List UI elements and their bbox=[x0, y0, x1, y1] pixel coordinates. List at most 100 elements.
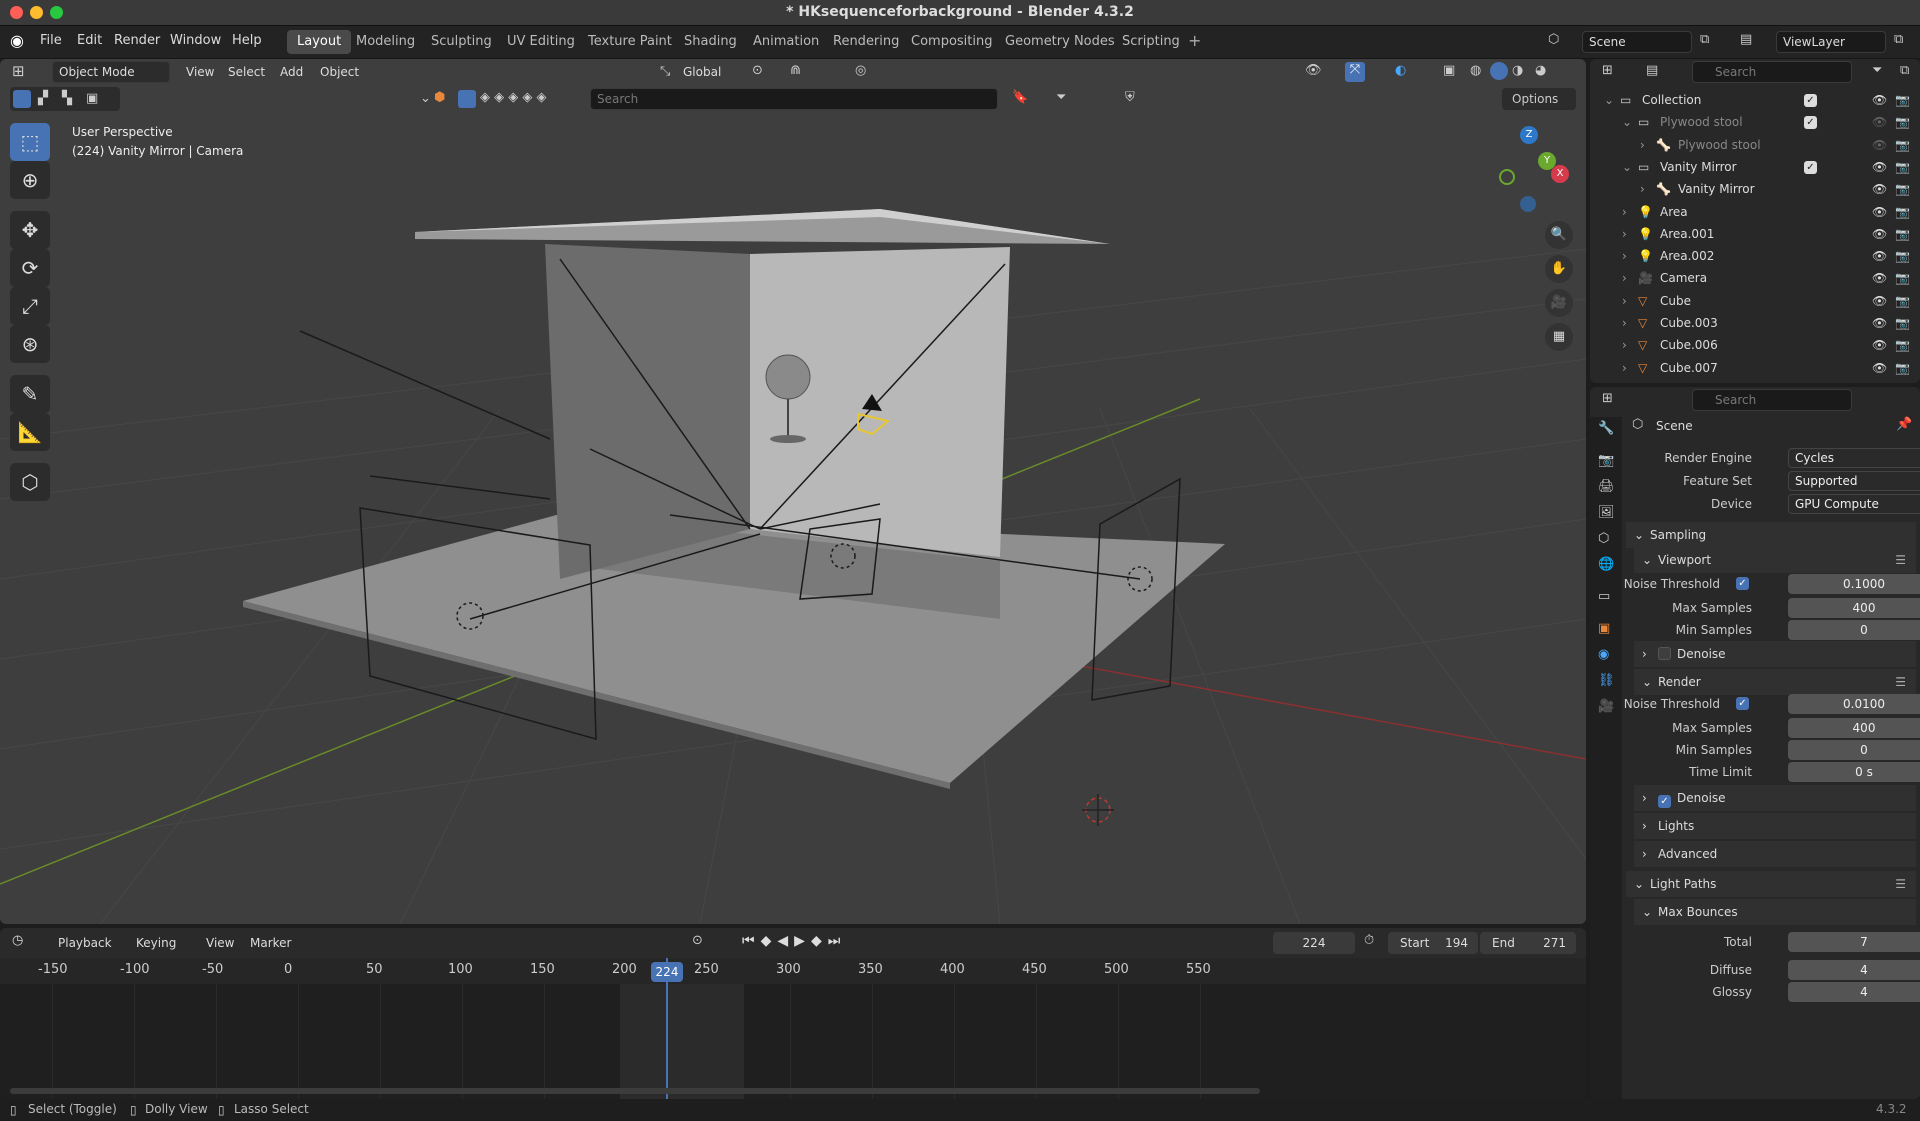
viewport-search-input[interactable]: Search bbox=[590, 88, 998, 110]
diffuse-field[interactable]: 4 bbox=[1788, 960, 1920, 980]
tab-texture-paint[interactable]: Texture Paint bbox=[578, 30, 682, 54]
display-mode-icon[interactable]: ▤ bbox=[1646, 63, 1658, 78]
render-camera-icon[interactable]: 📷 bbox=[1895, 89, 1910, 111]
material-shading-icon[interactable]: ◑ bbox=[1512, 63, 1523, 78]
vp-max-field[interactable]: 400 bbox=[1788, 598, 1920, 618]
visibility-eye-icon[interactable]: 👁 bbox=[1872, 245, 1887, 267]
timeline-editor-icon[interactable]: ◷ bbox=[12, 933, 23, 948]
tab-rendering[interactable]: Rendering bbox=[823, 30, 909, 54]
viewlayer-selector[interactable]: ViewLayer bbox=[1776, 31, 1886, 53]
vp-min-field[interactable]: 0 bbox=[1788, 620, 1920, 640]
zoom-icon[interactable]: 🔍 bbox=[1545, 221, 1573, 249]
select-box-tool-icon[interactable]: ⬚ bbox=[10, 123, 50, 161]
properties-search-input[interactable]: Search bbox=[1692, 389, 1852, 411]
stopwatch-icon[interactable]: ⏱ bbox=[1364, 933, 1374, 948]
current-frame-field[interactable]: 224 bbox=[1273, 932, 1355, 954]
filter-funnel-icon[interactable]: ⏷ bbox=[1056, 90, 1066, 105]
r-max-field[interactable]: 400 bbox=[1788, 718, 1920, 738]
render-camera-icon[interactable]: 📷 bbox=[1895, 334, 1910, 356]
chevron-right-icon[interactable]: › bbox=[1622, 223, 1627, 245]
menu-help[interactable]: Help bbox=[232, 33, 262, 48]
chevron-right-icon[interactable]: › bbox=[1640, 134, 1645, 156]
viewlayer-icon[interactable]: ▤ bbox=[1740, 32, 1752, 47]
outliner-row[interactable]: ⌄ ▭ Plywood stool ✓ 👁 📷 bbox=[1590, 111, 1920, 133]
render-camera-icon[interactable]: 📷 bbox=[1895, 312, 1910, 334]
chevron-right-icon[interactable]: › bbox=[1622, 267, 1627, 289]
annotate-tool-icon[interactable]: ✎ bbox=[10, 375, 50, 413]
menu-edit[interactable]: Edit bbox=[77, 33, 102, 48]
object-tab-icon[interactable]: ▣ bbox=[1598, 621, 1610, 636]
chevron-right-icon[interactable]: › bbox=[1622, 201, 1627, 223]
gizmo-toggle-icon[interactable]: ⤧ bbox=[1345, 62, 1365, 82]
xray-icon[interactable]: ▣ bbox=[1443, 63, 1455, 78]
advanced-subpanel-header[interactable]: › Advanced bbox=[1634, 841, 1916, 867]
r-denoise-checkbox[interactable]: ✓ bbox=[1658, 795, 1671, 808]
tab-shading[interactable]: Shading bbox=[674, 30, 747, 54]
vp-noise-checkbox[interactable]: ✓ bbox=[1736, 577, 1749, 590]
auto-key-icon[interactable]: ⊙ bbox=[692, 933, 703, 948]
prev-keyframe-icon[interactable]: ◆ bbox=[761, 933, 778, 949]
outliner-row[interactable]: › 💡 Area.002 👁 📷 bbox=[1590, 245, 1920, 267]
new-viewlayer-icon[interactable]: ⧉ bbox=[1894, 32, 1903, 47]
total-field[interactable]: 7 bbox=[1788, 932, 1920, 952]
outliner-editor-icon[interactable]: ⊞ bbox=[1602, 63, 1613, 78]
cursor-tool-icon[interactable]: ⊕ bbox=[10, 161, 50, 199]
transform-orientation-icon[interactable]: ⤡ bbox=[660, 64, 670, 79]
shield-icon[interactable]: ⛨ bbox=[1125, 90, 1135, 105]
z-axis-handle[interactable]: Z bbox=[1520, 126, 1538, 144]
outliner-row[interactable]: › 💡 Area 👁 📷 bbox=[1590, 201, 1920, 223]
menu-add[interactable]: Add bbox=[272, 61, 311, 83]
visibility-icon[interactable]: 👁 bbox=[1305, 63, 1322, 78]
render-camera-icon[interactable]: 📷 bbox=[1895, 245, 1910, 267]
render-camera-icon[interactable]: 📷 bbox=[1895, 178, 1910, 200]
x-axis-handle[interactable]: X bbox=[1551, 165, 1569, 183]
tab-geometry-nodes[interactable]: Geometry Nodes bbox=[995, 30, 1125, 54]
timeline-scrollbar[interactable] bbox=[10, 1088, 1260, 1094]
physics-tab-icon[interactable]: ◉ bbox=[1598, 647, 1609, 662]
blender-logo-icon[interactable]: ◉ bbox=[10, 31, 30, 51]
glossy-field[interactable]: 4 bbox=[1788, 982, 1920, 1002]
3d-viewport[interactable]: ⊞ Object Mode View Select Add Object ⤡ G… bbox=[0, 59, 1586, 924]
select-subtract-icon[interactable]: ▚ bbox=[62, 91, 72, 106]
chevron-down-icon[interactable]: ⌄ bbox=[1604, 89, 1614, 111]
chevron-right-icon[interactable]: › bbox=[1622, 312, 1627, 334]
options-button[interactable]: Options bbox=[1502, 88, 1576, 110]
render-camera-icon[interactable]: 📷 bbox=[1895, 156, 1910, 178]
tab-animation[interactable]: Animation bbox=[743, 30, 829, 54]
outliner-row[interactable]: ⌄ ▭ Collection ✓ 👁 📷 bbox=[1590, 89, 1920, 111]
render-camera-icon[interactable]: 📷 bbox=[1895, 223, 1910, 245]
new-collection-icon[interactable]: ⧉ bbox=[1900, 63, 1909, 78]
menu-object[interactable]: Object bbox=[312, 61, 367, 83]
visibility-eye-icon[interactable]: 👁 bbox=[1872, 111, 1887, 133]
menu-marker[interactable]: Marker bbox=[242, 932, 299, 954]
visibility-eye-icon[interactable]: 👁 bbox=[1872, 357, 1887, 379]
solid-shading-icon[interactable] bbox=[1490, 62, 1508, 80]
playhead-label[interactable]: 224 bbox=[651, 962, 683, 982]
menu-keying[interactable]: Keying bbox=[128, 932, 184, 954]
ortho-grid-icon[interactable]: ▦ bbox=[1545, 323, 1573, 351]
chevron-right-icon[interactable]: › bbox=[1622, 357, 1627, 379]
device-select[interactable]: GPU Compute bbox=[1788, 494, 1920, 514]
next-keyframe-icon[interactable]: ◆ bbox=[811, 933, 828, 949]
pin-icon[interactable]: 📌 bbox=[1896, 417, 1912, 432]
end-frame-field[interactable]: End 271 bbox=[1480, 932, 1576, 954]
start-frame-field[interactable]: Start 194 bbox=[1388, 932, 1478, 954]
tab-sculpting[interactable]: Sculpting bbox=[421, 30, 502, 54]
r-noise-field[interactable]: 0.0100 bbox=[1788, 694, 1920, 714]
filter-active-icon[interactable] bbox=[458, 90, 476, 108]
filter-icons[interactable]: ◈ ◈ ◈ ◈ ◈ bbox=[480, 90, 547, 105]
neg-z-handle[interactable] bbox=[1520, 196, 1536, 212]
chevron-right-icon[interactable]: › bbox=[1622, 245, 1627, 267]
visibility-eye-icon[interactable]: 👁 bbox=[1872, 201, 1887, 223]
outliner-row[interactable]: › ▽ Cube.006 👁 📷 bbox=[1590, 334, 1920, 356]
navigation-gizmo[interactable]: Z Y X bbox=[1485, 124, 1575, 214]
outliner-row[interactable]: › ▽ Cube 👁 📷 bbox=[1590, 290, 1920, 312]
outliner-filter-icon[interactable]: ⏷ bbox=[1872, 63, 1882, 78]
transform-tool-icon[interactable]: ⊛ bbox=[10, 325, 50, 363]
constraints-tab-icon[interactable]: ⛓ bbox=[1598, 673, 1615, 688]
play-icon[interactable]: ▶ bbox=[794, 933, 811, 949]
neg-y-handle[interactable] bbox=[1499, 169, 1515, 185]
vp-denoise-checkbox[interactable] bbox=[1658, 647, 1671, 660]
view-layer-tab-icon[interactable]: 🖼 bbox=[1598, 505, 1615, 520]
render-camera-icon[interactable]: 📷 bbox=[1895, 111, 1910, 133]
